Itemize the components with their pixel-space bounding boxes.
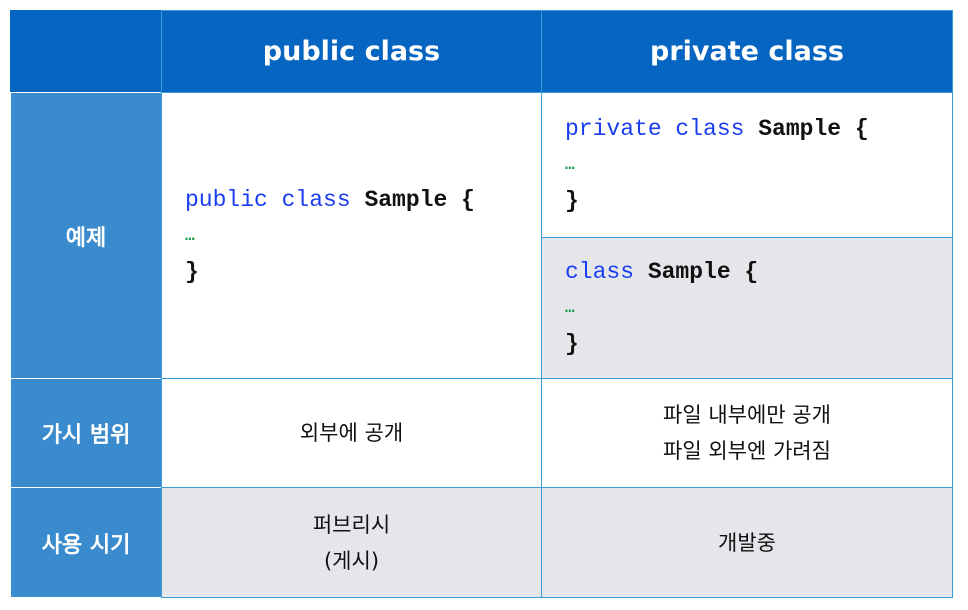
default-code-cell: class Sample { … } — [541, 237, 953, 379]
row-header-visibility: 가시 범위 — [10, 378, 162, 488]
code-ellipsis: … — [565, 299, 575, 317]
code-text: Sample { — [350, 186, 475, 213]
public-usage-line1: 퍼브리시 — [312, 512, 391, 537]
private-code-cell: private class Sample { … } — [541, 92, 953, 238]
code-close-brace: } — [565, 331, 579, 357]
code-keyword: class — [565, 259, 635, 285]
private-usage-cell: 개발중 — [541, 487, 953, 598]
corner-header — [10, 10, 162, 93]
code-line: public class Sample { — [185, 182, 475, 218]
column-header-public: public class — [161, 10, 542, 93]
example-label: 예제 — [65, 225, 107, 251]
private-usage-text: 개발중 — [718, 530, 776, 555]
private-visibility-cell: 파일 내부에만 공개파일 외부엔 가려짐 — [541, 378, 953, 488]
row-header-usage: 사용 시기 — [10, 487, 162, 598]
code-keyword: private class — [565, 116, 745, 142]
code-keyword: public class — [185, 186, 351, 213]
code-close-brace: } — [185, 258, 199, 285]
public-code-cell: public class Sample { … } — [161, 92, 542, 379]
private-header-text: private class — [650, 36, 844, 67]
usage-label: 사용 시기 — [41, 532, 131, 558]
private-visibility-line2: 파일 외부엔 가려짐 — [663, 439, 831, 463]
public-header-text: public class — [262, 36, 441, 67]
code-ellipsis: … — [565, 156, 575, 174]
public-usage-cell: 퍼브리시 (게시) — [161, 487, 542, 598]
public-visibility-text: 외부에 공개 — [299, 421, 404, 445]
public-visibility-cell: 외부에 공개 — [161, 378, 542, 488]
code-line: private class Sample { — [565, 111, 869, 147]
visibility-label: 가시 범위 — [41, 423, 131, 448]
row-header-example: 예제 — [10, 92, 162, 379]
private-visibility-line1: 파일 내부에만 공개 — [663, 403, 831, 427]
code-text: Sample { — [634, 259, 759, 285]
column-header-private: private class — [541, 10, 953, 93]
code-text: Sample { — [744, 116, 869, 142]
public-usage-line2: (게시) — [323, 548, 380, 573]
code-line: class Sample { — [565, 254, 758, 290]
code-ellipsis: … — [185, 226, 195, 245]
code-close-brace: } — [565, 188, 579, 214]
